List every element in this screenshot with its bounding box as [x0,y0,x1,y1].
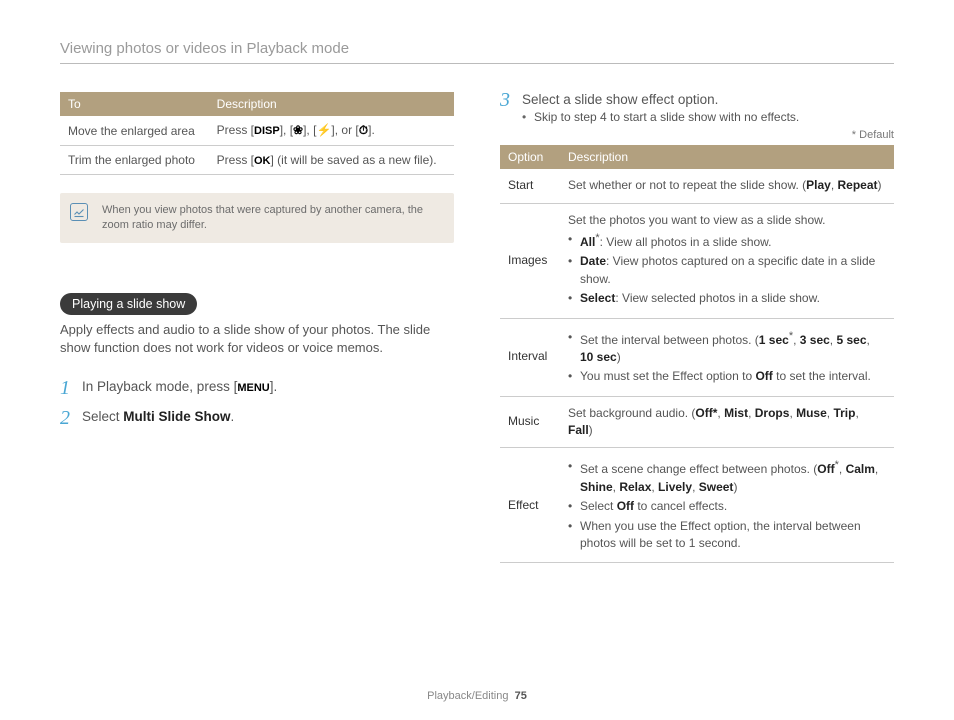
opt-name: Start [500,169,560,203]
opt-desc: Set a scene change effect between photos… [560,448,894,563]
note-text: When you view photos that were captured … [102,204,423,231]
right-column: 3 Select a slide show effect option. Ski… [500,92,894,563]
controls-table: To Description Move the enlarged area Pr… [60,92,454,175]
opt-desc: Set the photos you want to view as a sli… [560,203,894,318]
row-desc: Press [DISP], [❀], [⚡], or [⏱]. [209,116,454,146]
opt-desc: Set the interval between photos. (1 sec*… [560,318,894,396]
timer-icon: ⏱ [359,123,368,137]
step-title: Select a slide show effect option. [522,92,894,107]
disp-icon: DISP [254,125,280,137]
opt-name: Music [500,396,560,448]
opt-name: Effect [500,448,560,563]
opt-desc: Set background audio. (Off*, Mist, Drops… [560,396,894,448]
footer-section: Playback/Editing [427,690,508,702]
left-column: To Description Move the enlarged area Pr… [60,92,454,563]
section-pill: Playing a slide show [60,293,197,315]
menu-icon: MENU [237,382,269,394]
row-desc: Press [OK] (it will be saved as a new fi… [209,146,454,175]
table-row: Effect Set a scene change effect between… [500,448,894,563]
step-1: In Playback mode, press [MENU]. [60,377,454,397]
row-label: Move the enlarged area [60,116,209,146]
page-number: 75 [515,690,527,702]
th-to: To [60,92,209,116]
section-intro: Apply effects and audio to a slide show … [60,321,454,357]
opt-name: Images [500,203,560,318]
opt-desc: Set whether or not to repeat the slide s… [560,169,894,203]
ok-icon: OK [254,155,271,167]
page-footer: Playback/Editing 75 [0,690,954,702]
table-row: Music Set background audio. (Off*, Mist,… [500,396,894,448]
table-row: Interval Set the interval between photos… [500,318,894,396]
note-box: When you view photos that were captured … [60,193,454,243]
th-option: Option [500,145,560,169]
opt-name: Interval [500,318,560,396]
options-table: Option Description Start Set whether or … [500,145,894,563]
table-row: Images Set the photos you want to view a… [500,203,894,318]
th-desc: Description [560,145,894,169]
flash-icon: ⚡ [316,123,331,137]
table-row: Trim the enlarged photo Press [OK] (it w… [60,146,454,175]
table-row: Move the enlarged area Press [DISP], [❀]… [60,116,454,146]
default-marker: * Default [500,129,894,141]
th-desc: Description [209,92,454,116]
skip-note: Skip to step 4 to start a slide show wit… [522,109,894,125]
step-number: 3 [500,89,510,112]
row-label: Trim the enlarged photo [60,146,209,175]
note-icon [70,203,88,221]
page-header: Viewing photos or videos in Playback mod… [60,40,894,64]
macro-icon: ❀ [293,123,303,137]
step-2: Select Multi Slide Show. [60,407,454,427]
table-row: Start Set whether or not to repeat the s… [500,169,894,203]
